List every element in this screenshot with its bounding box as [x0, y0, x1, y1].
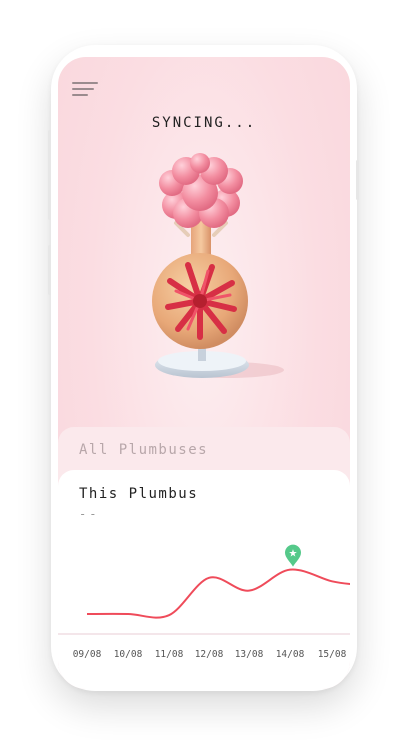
- data-point: [85, 612, 89, 616]
- x-tick-label: 15/08: [318, 649, 347, 660]
- this-plumbus-card: This Plumbus -- ★ 09/08 10/08 11/08 12/08 13…: [58, 470, 350, 689]
- sync-status-text: SYNCING...: [151, 115, 257, 131]
- x-tick-label: 09/08: [73, 649, 102, 660]
- series-line: [86, 568, 350, 619]
- x-tick-label: 12/08: [195, 649, 224, 660]
- x-tick-label: 14/08: [276, 649, 305, 660]
- plumbus-image: [152, 153, 284, 378]
- card-title: This Plumbus: [79, 486, 199, 502]
- star-icon: ★: [289, 549, 298, 560]
- x-tick-label: 10/08: [114, 649, 143, 660]
- star-pin-icon[interactable]: ★: [285, 544, 301, 567]
- card-subtitle: --: [79, 507, 100, 521]
- phone-side-button: [48, 245, 51, 295]
- app-screen: SYNCING... All Plumbuses This Plumbus --…: [58, 57, 350, 689]
- phone-power-button: [356, 160, 359, 200]
- data-point: [167, 613, 171, 617]
- hamburger-menu-icon[interactable]: [72, 81, 98, 97]
- data-point: [330, 579, 334, 583]
- all-plumbuses-title: All Plumbuses: [79, 442, 209, 458]
- data-point: [126, 612, 130, 616]
- phone-side-button: [48, 130, 51, 220]
- activity-line-chart: ★ 09/08 10/08 11/08 12/08 13/08 14/08 15/08: [58, 544, 350, 660]
- data-point: [247, 589, 251, 593]
- data-point: [207, 576, 211, 580]
- x-tick-label: 11/08: [155, 649, 184, 660]
- data-point: [288, 568, 292, 572]
- x-tick-label: 13/08: [235, 649, 264, 660]
